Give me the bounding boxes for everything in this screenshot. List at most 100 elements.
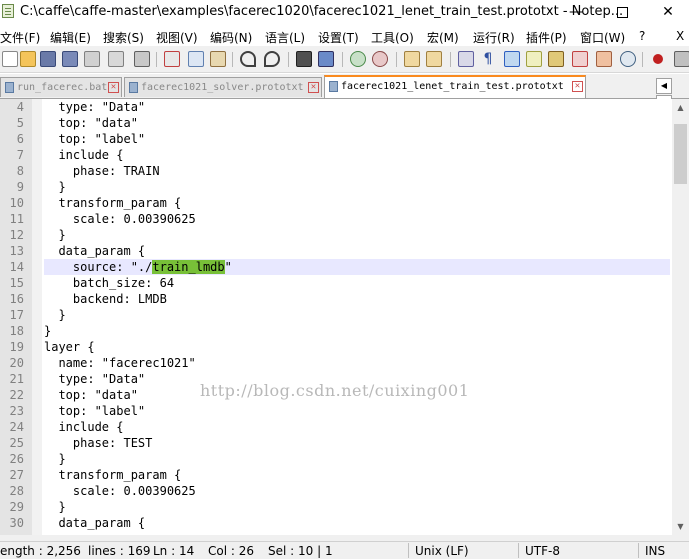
show-all-characters-icon[interactable]: ¶: [480, 51, 496, 67]
code-text[interactable]: }: [44, 179, 670, 195]
menu-edit[interactable]: 编辑(E): [50, 29, 91, 46]
code-text[interactable]: include {: [44, 419, 670, 435]
code-text[interactable]: phase: TRAIN: [44, 163, 670, 179]
code-line[interactable]: 10 transform_param {: [0, 195, 672, 211]
code-line[interactable]: 13 data_param {: [0, 243, 672, 259]
code-text[interactable]: transform_param {: [44, 195, 670, 211]
copy-icon[interactable]: [188, 51, 204, 67]
code-text[interactable]: scale: 0.00390625: [44, 211, 670, 227]
tab-facerec1021-lenet-train-test[interactable]: facerec1021_lenet_train_test.prototxt ✕: [324, 75, 586, 98]
code-text[interactable]: scale: 0.00390625: [44, 483, 670, 499]
doc-map-icon[interactable]: [548, 51, 564, 67]
menu-plugins[interactable]: 插件(P): [526, 29, 567, 46]
scrollbar-thumb[interactable]: [674, 124, 687, 184]
code-text[interactable]: }: [44, 323, 670, 339]
close-file-icon[interactable]: [84, 51, 100, 67]
menu-help[interactable]: ?: [639, 29, 645, 43]
menu-view[interactable]: 视图(V): [156, 29, 198, 46]
vertical-scrollbar[interactable]: ▲ ▼: [672, 99, 689, 535]
code-line[interactable]: 5 top: "data": [0, 115, 672, 131]
replace-icon[interactable]: [318, 51, 334, 67]
code-line[interactable]: 18}: [0, 323, 672, 339]
code-line[interactable]: 27 transform_param {: [0, 467, 672, 483]
paste-icon[interactable]: [210, 51, 226, 67]
menu-file[interactable]: 文件(F): [0, 29, 40, 46]
menu-window[interactable]: 窗口(W): [580, 29, 625, 46]
close-button[interactable]: ✕: [645, 0, 689, 24]
code-line[interactable]: 26 }: [0, 451, 672, 467]
tab-scroll-left-icon[interactable]: ◀: [656, 78, 672, 94]
code-text[interactable]: backend: LMDB: [44, 291, 670, 307]
open-file-icon[interactable]: [20, 51, 36, 67]
menu-close-doc[interactable]: X: [676, 29, 684, 43]
stop-macro-icon[interactable]: [674, 51, 689, 67]
record-macro-icon[interactable]: [650, 51, 666, 67]
editor[interactable]: 4 type: "Data" 5 top: "data" 6 top: "label…: [0, 99, 672, 535]
code-line[interactable]: 15 batch_size: 64: [0, 275, 672, 291]
sync-horizontal-icon[interactable]: [426, 51, 442, 67]
tab-run-facerec-bat[interactable]: run_facerec.bat ✕: [0, 77, 122, 97]
language-icon[interactable]: [526, 51, 542, 67]
code-line[interactable]: 4 type: "Data": [0, 99, 672, 115]
code-line[interactable]: 9 }: [0, 179, 672, 195]
save-icon[interactable]: [40, 51, 56, 67]
code-line[interactable]: 24 include {: [0, 419, 672, 435]
code-line[interactable]: 17 }: [0, 307, 672, 323]
menu-encoding[interactable]: 编码(N): [210, 29, 252, 46]
monitoring-icon[interactable]: [620, 51, 636, 67]
sync-vertical-icon[interactable]: [404, 51, 420, 67]
code-text[interactable]: transform_param {: [44, 467, 670, 483]
zoom-out-icon[interactable]: [372, 51, 388, 67]
tab-close-icon[interactable]: ✕: [308, 82, 319, 93]
close-all-icon[interactable]: [108, 51, 124, 67]
code-text[interactable]: data_param {: [44, 243, 670, 259]
save-all-icon[interactable]: [62, 51, 78, 67]
code-line[interactable]: 14 source: "./train_lmdb": [0, 259, 672, 275]
tab-close-icon[interactable]: ✕: [572, 81, 583, 92]
code-text[interactable]: }: [44, 499, 670, 515]
code-line[interactable]: 23 top: "label": [0, 403, 672, 419]
tab-close-icon[interactable]: ✕: [108, 82, 119, 93]
code-text[interactable]: top: "label": [44, 131, 670, 147]
code-text[interactable]: top: "data": [44, 115, 670, 131]
code-text[interactable]: }: [44, 307, 670, 323]
code-line[interactable]: 29 }: [0, 499, 672, 515]
menu-run[interactable]: 运行(R): [473, 29, 515, 46]
menu-tools[interactable]: 工具(O): [371, 29, 414, 46]
code-line[interactable]: 30 data_param {: [0, 515, 672, 531]
code-text[interactable]: }: [44, 451, 670, 467]
code-line[interactable]: 8 phase: TRAIN: [0, 163, 672, 179]
redo-icon[interactable]: [264, 51, 280, 67]
selected-text[interactable]: train_lmdb: [152, 260, 225, 274]
word-wrap-icon[interactable]: [458, 51, 474, 67]
function-list-icon[interactable]: [572, 51, 588, 67]
code-text[interactable]: batch_size: 64: [44, 275, 670, 291]
code-line[interactable]: 16 backend: LMDB: [0, 291, 672, 307]
menu-language[interactable]: 语言(L): [265, 29, 305, 46]
cut-icon[interactable]: [164, 51, 180, 67]
menu-settings[interactable]: 设置(T): [318, 29, 359, 46]
menu-macro[interactable]: 宏(M): [427, 29, 459, 46]
code-line[interactable]: 19 layer {: [0, 339, 672, 355]
zoom-in-icon[interactable]: [350, 51, 366, 67]
code-line[interactable]: 11 scale: 0.00390625: [0, 211, 672, 227]
code-line[interactable]: 28 scale: 0.00390625: [0, 483, 672, 499]
new-file-icon[interactable]: [2, 51, 18, 67]
code-text[interactable]: }: [44, 227, 670, 243]
code-text[interactable]: phase: TEST: [44, 435, 670, 451]
code-line[interactable]: 6 top: "label": [0, 131, 672, 147]
maximize-button[interactable]: [599, 0, 645, 24]
code-text[interactable]: source: "./train_lmdb": [44, 259, 670, 275]
folder-workspace-icon[interactable]: [596, 51, 612, 67]
code-text[interactable]: name: "facerec1021": [44, 355, 670, 371]
code-line[interactable]: 7 include {: [0, 147, 672, 163]
code-text[interactable]: data_param {: [44, 515, 670, 531]
scroll-up-icon[interactable]: ▲: [672, 99, 689, 116]
menu-search[interactable]: 搜索(S): [103, 29, 144, 46]
code-text[interactable]: top: "label": [44, 403, 670, 419]
find-icon[interactable]: [296, 51, 312, 67]
code-line[interactable]: 25 phase: TEST: [0, 435, 672, 451]
code-text[interactable]: include {: [44, 147, 670, 163]
print-icon[interactable]: [134, 51, 150, 67]
scroll-down-icon[interactable]: ▼: [672, 518, 689, 535]
